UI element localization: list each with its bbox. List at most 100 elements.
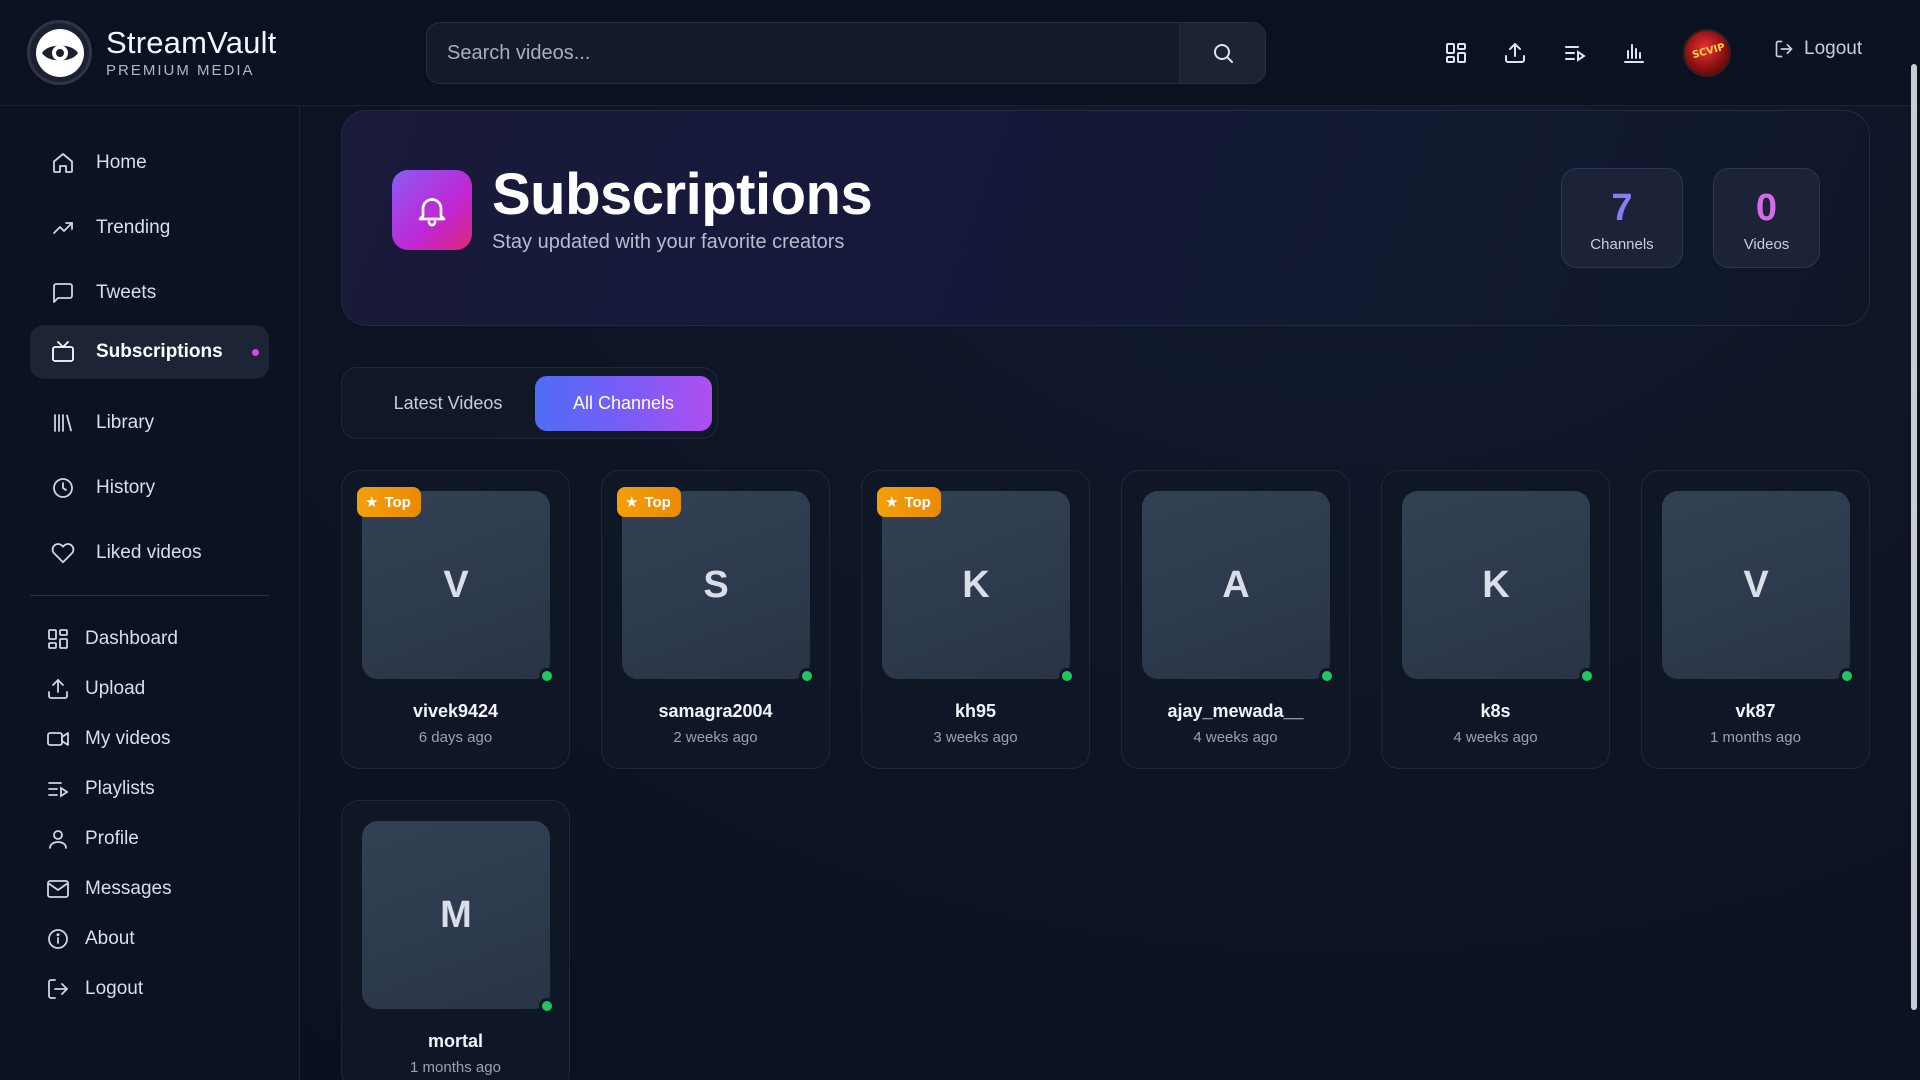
channel-card[interactable]: S ★ Top samagra2004 2 weeks ago — [601, 470, 830, 769]
channel-avatar: K — [1402, 491, 1590, 679]
search-icon — [1213, 44, 1233, 63]
sidebar-item-label: Tweets — [96, 282, 157, 303]
search-input[interactable] — [427, 23, 1179, 83]
channel-name: samagra2004 — [658, 701, 773, 721]
sidebar-item-tweets[interactable]: Tweets — [30, 266, 269, 320]
sidebar-item-about[interactable]: About — [30, 919, 269, 959]
channel-time: 4 weeks ago — [1453, 729, 1538, 746]
channel-name: k8s — [1480, 701, 1511, 721]
user-avatar[interactable]: SCVIP — [1683, 29, 1731, 77]
channel-name: kh95 — [954, 701, 997, 721]
logo-eye-icon — [27, 20, 92, 85]
channel-name: vk87 — [1735, 701, 1776, 721]
channel-avatar: A — [1142, 491, 1330, 679]
stats-icon[interactable] — [1618, 37, 1650, 69]
content-tabs: Latest Videos All Channels — [341, 367, 718, 439]
heart-icon — [50, 540, 76, 566]
app-tagline: PREMIUM MEDIA — [106, 62, 255, 79]
channel-avatar: S — [622, 491, 810, 679]
sidebar-item-playlists[interactable]: Playlists — [30, 769, 269, 809]
sidebar-item-label: Dashboard — [85, 628, 178, 649]
stat-label: Videos — [1743, 236, 1790, 253]
sidebar-item-library[interactable]: Library — [30, 396, 269, 450]
tab-latest-videos[interactable]: Latest Videos — [350, 376, 546, 431]
channel-time: 3 weeks ago — [933, 729, 1018, 746]
stat-label: Channels — [1590, 236, 1654, 253]
search-bar — [426, 22, 1266, 84]
upload-icon[interactable] — [1499, 37, 1531, 69]
sidebar-item-label: Home — [96, 152, 147, 173]
online-indicator — [1319, 668, 1335, 684]
top-badge-label: Top — [644, 493, 671, 511]
online-indicator — [1579, 668, 1595, 684]
sidebar-item-subscriptions[interactable]: Subscriptions — [30, 325, 269, 379]
dashboard-icon — [45, 626, 71, 652]
app-logo[interactable]: StreamVault PREMIUM MEDIA — [27, 20, 276, 85]
header-logout-button[interactable]: Logout — [1774, 38, 1862, 60]
sidebar-item-messages[interactable]: Messages — [30, 869, 269, 909]
channel-name: mortal — [427, 1031, 483, 1051]
search-button[interactable] — [1179, 23, 1265, 83]
page-scrollbar[interactable] — [1911, 64, 1917, 1010]
sidebar-item-my-videos[interactable]: My videos — [30, 719, 269, 759]
library-icon — [50, 410, 76, 436]
channel-card[interactable]: A ajay_mewada__ 4 weeks ago — [1121, 470, 1350, 769]
sidebar-item-profile[interactable]: Profile — [30, 819, 269, 859]
sidebar-item-label: Profile — [85, 828, 139, 849]
sidebar-item-upload[interactable]: Upload — [30, 669, 269, 709]
bell-icon — [392, 170, 472, 250]
clock-icon — [50, 475, 76, 501]
sidebar-item-label: History — [96, 477, 156, 498]
sidebar-item-liked-videos[interactable]: Liked videos — [30, 526, 269, 580]
online-indicator — [1839, 668, 1855, 684]
channel-card[interactable]: K ★ Top kh95 3 weeks ago — [861, 470, 1090, 769]
online-indicator — [799, 668, 815, 684]
playlist-icon[interactable] — [1559, 37, 1591, 69]
online-indicator — [539, 998, 555, 1014]
active-indicator-dot — [252, 348, 259, 356]
app-root: StreamVault PREMIUM MEDIA SCVIP Logout — [0, 0, 1920, 1080]
channel-avatar: K — [882, 491, 1070, 679]
channel-time: 2 weeks ago — [673, 729, 758, 746]
stat-channels: 7 Channels — [1561, 168, 1683, 268]
sidebar-item-trending[interactable]: Trending — [30, 201, 269, 255]
trending-icon — [50, 215, 76, 241]
sidebar-item-label: Library — [96, 412, 155, 433]
sidebar-item-label: Playlists — [85, 778, 155, 799]
app-name: StreamVault — [106, 25, 277, 60]
mail-icon — [45, 876, 71, 902]
channel-card[interactable]: K k8s 4 weeks ago — [1381, 470, 1610, 769]
subscriptions-hero: Subscriptions Stay updated with your fav… — [341, 110, 1870, 326]
channel-time: 4 weeks ago — [1193, 729, 1278, 746]
tab-all-channels[interactable]: All Channels — [535, 376, 712, 431]
channel-card[interactable]: V vk87 1 months ago — [1641, 470, 1870, 769]
sidebar-item-label: My videos — [85, 728, 171, 749]
top-badge: ★ Top — [617, 487, 681, 517]
stat-value: 7 — [1611, 187, 1633, 229]
sidebar: Home Trending Tweets Subscriptions Libra… — [0, 106, 300, 1080]
sidebar-divider — [30, 595, 269, 596]
sidebar-item-home[interactable]: Home — [30, 136, 269, 190]
dashboard-icon[interactable] — [1440, 37, 1472, 69]
top-badge: ★ Top — [877, 487, 941, 517]
message-square-icon — [50, 280, 76, 306]
top-header: StreamVault PREMIUM MEDIA SCVIP Logout — [0, 0, 1920, 106]
channel-avatar: V — [362, 491, 550, 679]
tv-icon — [50, 339, 76, 365]
home-icon — [50, 150, 76, 176]
sidebar-item-dashboard[interactable]: Dashboard — [30, 619, 269, 659]
page-title: Subscriptions — [492, 162, 873, 227]
channel-time: 1 months ago — [410, 1059, 501, 1076]
channel-card[interactable]: V ★ Top vivek9424 6 days ago — [341, 470, 570, 769]
video-icon — [45, 726, 71, 752]
header-logout-label: Logout — [1804, 38, 1863, 59]
sidebar-item-history[interactable]: History — [30, 461, 269, 515]
sidebar-item-logout[interactable]: Logout — [30, 969, 269, 1009]
channel-time: 6 days ago — [418, 729, 493, 746]
channel-card[interactable]: M mortal 1 months ago — [341, 800, 570, 1080]
channel-name: ajay_mewada__ — [1167, 701, 1304, 721]
top-badge-label: Top — [384, 493, 411, 511]
sidebar-item-label: Upload — [85, 678, 146, 699]
star-icon: ★ — [625, 494, 639, 511]
sidebar-item-label: Subscriptions — [96, 341, 223, 362]
